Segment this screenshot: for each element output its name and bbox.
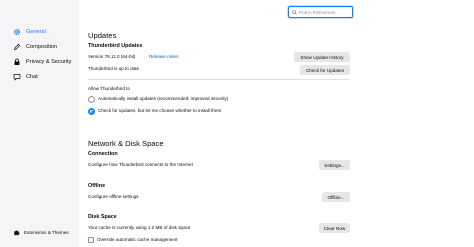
search-input[interactable] [299,7,354,17]
divider [88,79,350,80]
connection-settings-button[interactable]: Settings... [319,160,350,170]
sidebar-item-label: Composition [26,43,58,50]
offline-title: Offline [88,183,106,189]
gear-icon [13,28,21,35]
sidebar-item-chat[interactable]: Chat [13,71,38,82]
disk-space-desc: Your cache is currently using 1.2 MB of … [88,225,191,230]
version-text: Version 78.11.0 (64-bit) [88,54,136,59]
thunderbird-updates-subheading: Thunderbird Updates [88,43,143,49]
search-icon [292,9,297,15]
sidebar-item-label: Privacy & Security [26,58,72,65]
override-cache-checkbox[interactable] [88,237,94,243]
extensions-themes-link[interactable]: Extensions & Themes [13,227,69,237]
allow-label: Allow Thunderbird to [88,86,131,91]
sidebar-item-label: Chat [26,73,38,80]
puzzle-icon [14,229,20,235]
search-box[interactable] [288,6,354,18]
sidebar-item-general[interactable]: General [13,26,46,37]
sidebar-item-privacy-security[interactable]: Privacy & Security [13,56,71,67]
updates-heading: Updates [88,31,117,40]
chat-icon [13,73,21,80]
connection-desc: Configure how Thunderbird connects to th… [88,162,193,167]
lock-icon [14,58,20,65]
offline-desc: Configure offline settings [88,194,139,199]
connection-title: Connection [88,151,118,157]
override-cache-label: Override automatic cache management [97,237,178,242]
auto-install-radio[interactable] [88,96,95,103]
auto-install-label: Automatically install updates (recommend… [98,96,229,101]
show-update-history-button[interactable]: Show Update History [294,52,350,62]
clear-now-button[interactable]: Clear Now [319,223,350,233]
check-for-updates-button[interactable]: Check for Updates [300,65,350,75]
disk-space-title: Disk Space [88,214,117,220]
pencil-icon [14,43,21,50]
network-heading: Network & Disk Space [88,139,164,148]
offline-button[interactable]: Offline... [322,192,350,202]
sidebar-item-composition[interactable]: Composition [13,41,57,52]
check-only-radio[interactable] [88,108,95,115]
release-notes-link[interactable]: Release notes [149,54,178,59]
sidebar-item-label: General [26,28,46,35]
update-status-text: Thunderbird is up to date [88,66,140,71]
extensions-themes-label: Extensions & Themes [24,229,69,235]
sidebar: General Composition Privacy & Security C… [0,0,79,247]
check-only-label: Check for updates, but let me choose whe… [98,108,222,113]
